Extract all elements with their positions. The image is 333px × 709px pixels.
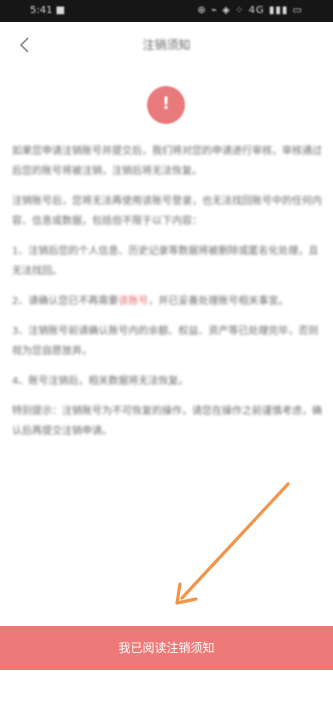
warning-glyph: !: [162, 94, 170, 114]
notice-paragraph-4-prefix: 2、请确认您已不再需要: [12, 296, 119, 307]
notice-content: 如果您申请注销账号并提交后，我们将对您的申请进行审核，审核通过后您的账号将被注销…: [12, 142, 322, 452]
notice-paragraph-5: 3、注销账号前请确认账号内的余额、权益、资产等已处理完毕，否则视为您自愿放弃。: [12, 326, 319, 357]
notice-paragraph-1: 如果您申请注销账号并提交后，我们将对您的申请进行审核，审核通过后您的账号将被注销…: [12, 146, 322, 177]
status-icons: ⊕ ⌁ ◈ ⁘ 4G ▮▮▮ ▭: [197, 5, 303, 16]
status-time: 5:41 ■: [30, 5, 66, 16]
notice-paragraph-4-suffix: ，并已妥善处理账号相关事宜。: [148, 296, 289, 307]
nav-bar: 注销须知: [0, 22, 333, 68]
warning-icon: !: [147, 86, 185, 124]
highlighted-text: 该账号: [118, 296, 149, 307]
notice-paragraph-3: 1、注销后您的个人信息、历史记录等数据将被删除或匿名化处理，且无法找回。: [12, 246, 319, 277]
notice-paragraph-6: 4、账号注销后，相关数据将无法恢复。: [12, 376, 189, 387]
confirm-read-notice-button[interactable]: 我已阅读注销须知: [0, 626, 333, 670]
status-bar: 5:41 ■ ⊕ ⌁ ◈ ⁘ 4G ▮▮▮ ▭: [0, 0, 333, 22]
page-title: 注销须知: [142, 38, 191, 52]
notice-paragraph-4: 2、请确认您已不再需要该账号，并已妥善处理账号相关事宜。: [12, 292, 322, 312]
notice-paragraph-2: 注销账号后，您将无法再使用该账号登录，也无法找回账号中的任何内容、信息或数据，包…: [12, 196, 322, 227]
notice-paragraph-7: 特别提示：注销账号为不可恢复的操作，请您在操作之前谨慎考虑，确认后再提交注销申请…: [12, 406, 322, 437]
